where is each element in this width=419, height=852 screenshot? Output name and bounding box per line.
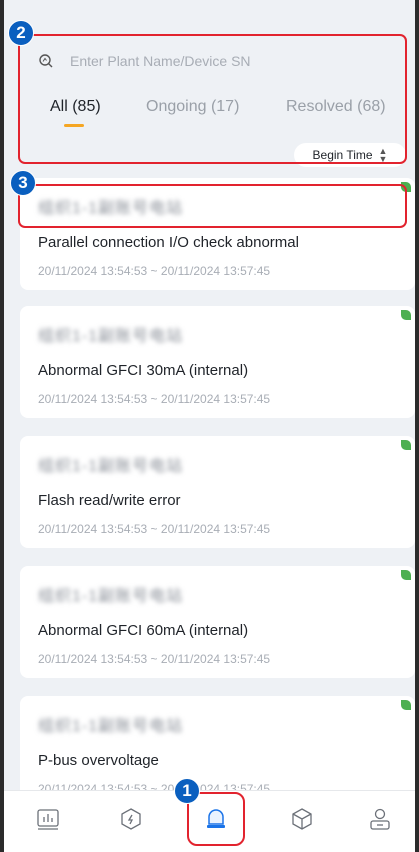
status-indicator [401, 440, 411, 450]
sort-arrows-icon: ▲ ▼ [378, 146, 388, 164]
status-tabs: All (85) Ongoing (17) Resolved (68) [46, 98, 406, 130]
plant-name: 组织1-1副账号电站 [38, 588, 184, 605]
filter-panel: All (85) Ongoing (17) Resolved (68) Begi… [4, 0, 415, 170]
energy-shield-icon [121, 808, 141, 830]
plant-name: 组织1-1副账号电站 [38, 718, 184, 735]
alarm-title: Abnormal GFCI 30mA (internal) [38, 362, 249, 379]
alarm-title: Abnormal GFCI 60mA (internal) [38, 622, 249, 639]
tab-all-label: All (85) [50, 98, 101, 115]
bottom-nav [4, 790, 415, 852]
plant-name: 组织1-1副账号电站 [38, 328, 184, 345]
nav-statistics[interactable] [32, 803, 64, 835]
alarm-card[interactable]: 组织1-1副账号电站 Flash read/write error 20/11/… [20, 436, 415, 548]
alarm-card[interactable]: 组织1-1副账号电站 Parallel connection I/O check… [20, 178, 415, 290]
plant-name: 组织1-1副账号电站 [38, 458, 184, 475]
status-indicator [401, 700, 411, 710]
search-icon [36, 51, 56, 71]
nav-alarms[interactable] [200, 803, 232, 835]
alarm-title: P-bus overvoltage [38, 752, 159, 769]
bar-chart-icon [37, 809, 59, 830]
tab-all[interactable]: All (85) [50, 98, 101, 127]
plant-name: 组织1-1副账号电站 [38, 200, 184, 217]
tab-resolved[interactable]: Resolved (68) [286, 98, 386, 116]
alarm-title: Parallel connection I/O check abnormal [38, 234, 299, 251]
alarm-card[interactable]: 组织1-1副账号电站 Abnormal GFCI 60mA (internal)… [20, 566, 415, 678]
alarm-card[interactable]: 组织1-1副账号电站 Abnormal GFCI 30mA (internal)… [20, 306, 415, 418]
alarm-time: 20/11/2024 13:54:53 ~ 20/11/2024 13:57:4… [38, 522, 271, 536]
app-screen: All (85) Ongoing (17) Resolved (68) Begi… [4, 0, 415, 852]
user-profile-icon [370, 808, 390, 830]
search-bar[interactable] [36, 44, 396, 78]
active-tab-indicator [64, 124, 84, 127]
device-cube-icon [292, 808, 312, 830]
status-indicator [401, 310, 411, 320]
search-input[interactable] [70, 53, 370, 69]
nav-plants[interactable] [115, 803, 147, 835]
sort-label: Begin Time [312, 148, 373, 162]
status-indicator [401, 182, 411, 192]
tab-ongoing[interactable]: Ongoing (17) [146, 98, 239, 116]
alarm-title: Flash read/write error [38, 492, 181, 509]
alarm-bell-icon [207, 809, 225, 828]
annotation-badge-1: 1 [174, 778, 200, 804]
nav-devices[interactable] [286, 803, 318, 835]
nav-profile[interactable] [364, 803, 396, 835]
alarm-time: 20/11/2024 13:54:53 ~ 20/11/2024 13:57:4… [38, 264, 271, 278]
status-indicator [401, 570, 411, 580]
sort-begin-time-button[interactable]: Begin Time ▲ ▼ [294, 143, 406, 167]
annotation-badge-3: 3 [10, 170, 36, 196]
annotation-badge-2: 2 [8, 20, 34, 46]
alarm-time: 20/11/2024 13:54:53 ~ 20/11/2024 13:57:4… [38, 652, 271, 666]
tab-ongoing-label: Ongoing (17) [146, 98, 240, 115]
tab-resolved-label: Resolved (68) [286, 98, 386, 115]
alarm-time: 20/11/2024 13:54:53 ~ 20/11/2024 13:57:4… [38, 392, 271, 406]
